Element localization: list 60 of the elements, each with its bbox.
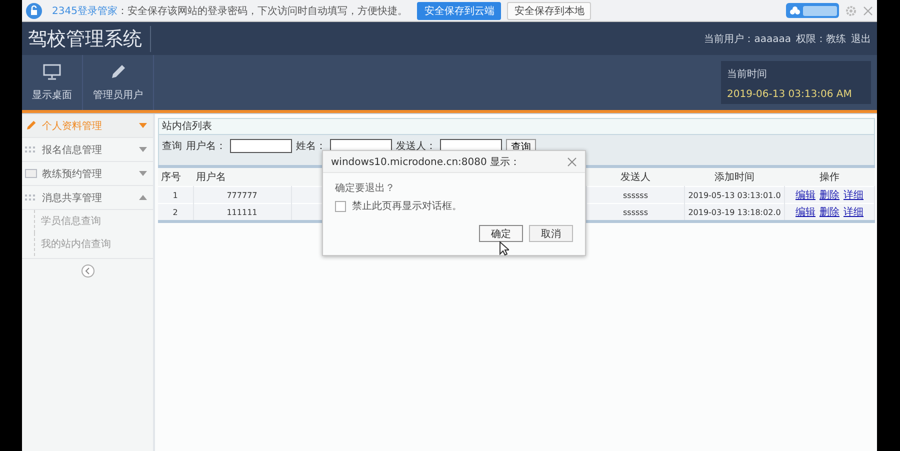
field-label: 发送人： [396,140,436,153]
password-prompt-text: 2345登录管家：安全保存该网站的登录密码，下次访问时自动填写，方便快捷。 [52,4,408,18]
table-cell: 111111 [193,204,291,220]
checkbox[interactable] [335,200,346,212]
action-link[interactable]: 编辑 [796,207,816,218]
pencil-icon [109,64,127,80]
column-header: 操作 [784,168,874,186]
close-icon [863,6,873,16]
dialog-message: 确定要退出？ [334,182,396,196]
clock-label: 当前时间 [727,68,768,81]
action-link[interactable]: 删除 [820,207,840,218]
role-text: 权限：教练 [796,32,846,46]
table-cell: 2019-03-19 13:18:02.0 [684,204,784,220]
column-header: 发送人 [586,168,684,186]
save-button[interactable]: 安全保存到云端 [417,2,502,20]
action-link[interactable]: 删除 [820,190,840,201]
checkbox-label: 禁止此页再显示对话框。 [352,200,462,213]
card-icon [25,168,37,179]
collapse-icon [80,264,94,278]
lock-icon [26,2,42,18]
sidebar-item[interactable]: 教练预约管理 [22,162,153,186]
app-title: 驾校管理系统 [28,26,151,52]
table-cell: 777777 [193,186,291,204]
action-link[interactable]: 详细 [844,207,864,218]
caret-down-icon [139,147,147,152]
cloud-icon [790,6,800,15]
action-link[interactable]: 详细 [844,190,864,201]
sidebar-item[interactable]: 报名信息管理 [22,138,153,162]
search-label: 查询 [162,140,182,153]
dots-icon [25,192,37,203]
save-button[interactable]: 安全保存到本地 [507,2,592,20]
field-label: 姓名： [296,140,326,153]
column-header: 添加时间 [684,168,784,186]
dialog-button[interactable]: 取消 [529,225,573,242]
panel-title: 站内信列表 [158,118,875,135]
dots-icon [25,144,37,155]
caret-down-icon [139,171,147,176]
settings-icon [845,4,857,16]
table-cell: 1 [158,186,193,204]
field-label: 用户名： [186,140,226,153]
close-icon [567,156,577,166]
caret-down-icon [139,123,147,128]
sidebar-item[interactable]: 消息共享管理 [22,186,153,210]
table-cell: 2 [158,204,193,220]
user-info-text: 当前用户：aaaaaa [704,32,791,46]
caret-up-icon [139,195,147,200]
action-link[interactable]: 编辑 [796,190,816,201]
column-header: 用户名 [193,168,291,186]
extension-button[interactable] [786,3,839,18]
input-field[interactable] [230,139,292,153]
table-cell: 2019-05-13 03:13:01.0 [684,186,784,204]
dialog-title: windows10.microdone.cn:8080 显示： [331,156,520,168]
table-cell: ssssss [586,204,684,220]
table-cell: ssssss [586,186,684,204]
monitor-icon [43,64,61,80]
logout-link[interactable]: 退出 [851,32,871,46]
column-header: 序号 [158,168,193,186]
clock-time: 2019-06-13 03:13:06 AM [727,89,853,100]
dialog-button[interactable]: 确定 [479,225,523,242]
pencil-icon [25,120,37,131]
